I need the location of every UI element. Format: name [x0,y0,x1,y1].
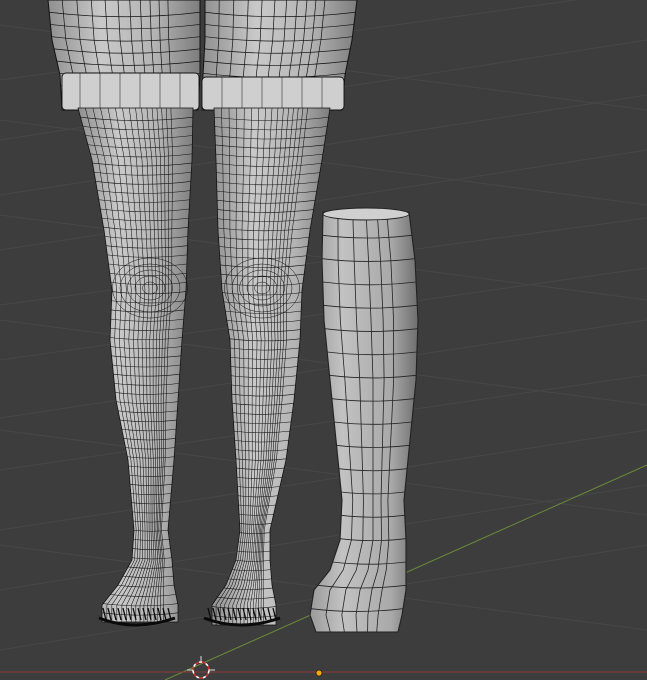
3d-viewport[interactable] [0,0,647,680]
boot-mesh[interactable] [309,207,419,633]
object-origin-icon[interactable] [315,669,323,677]
legs-mesh[interactable] [47,0,358,627]
